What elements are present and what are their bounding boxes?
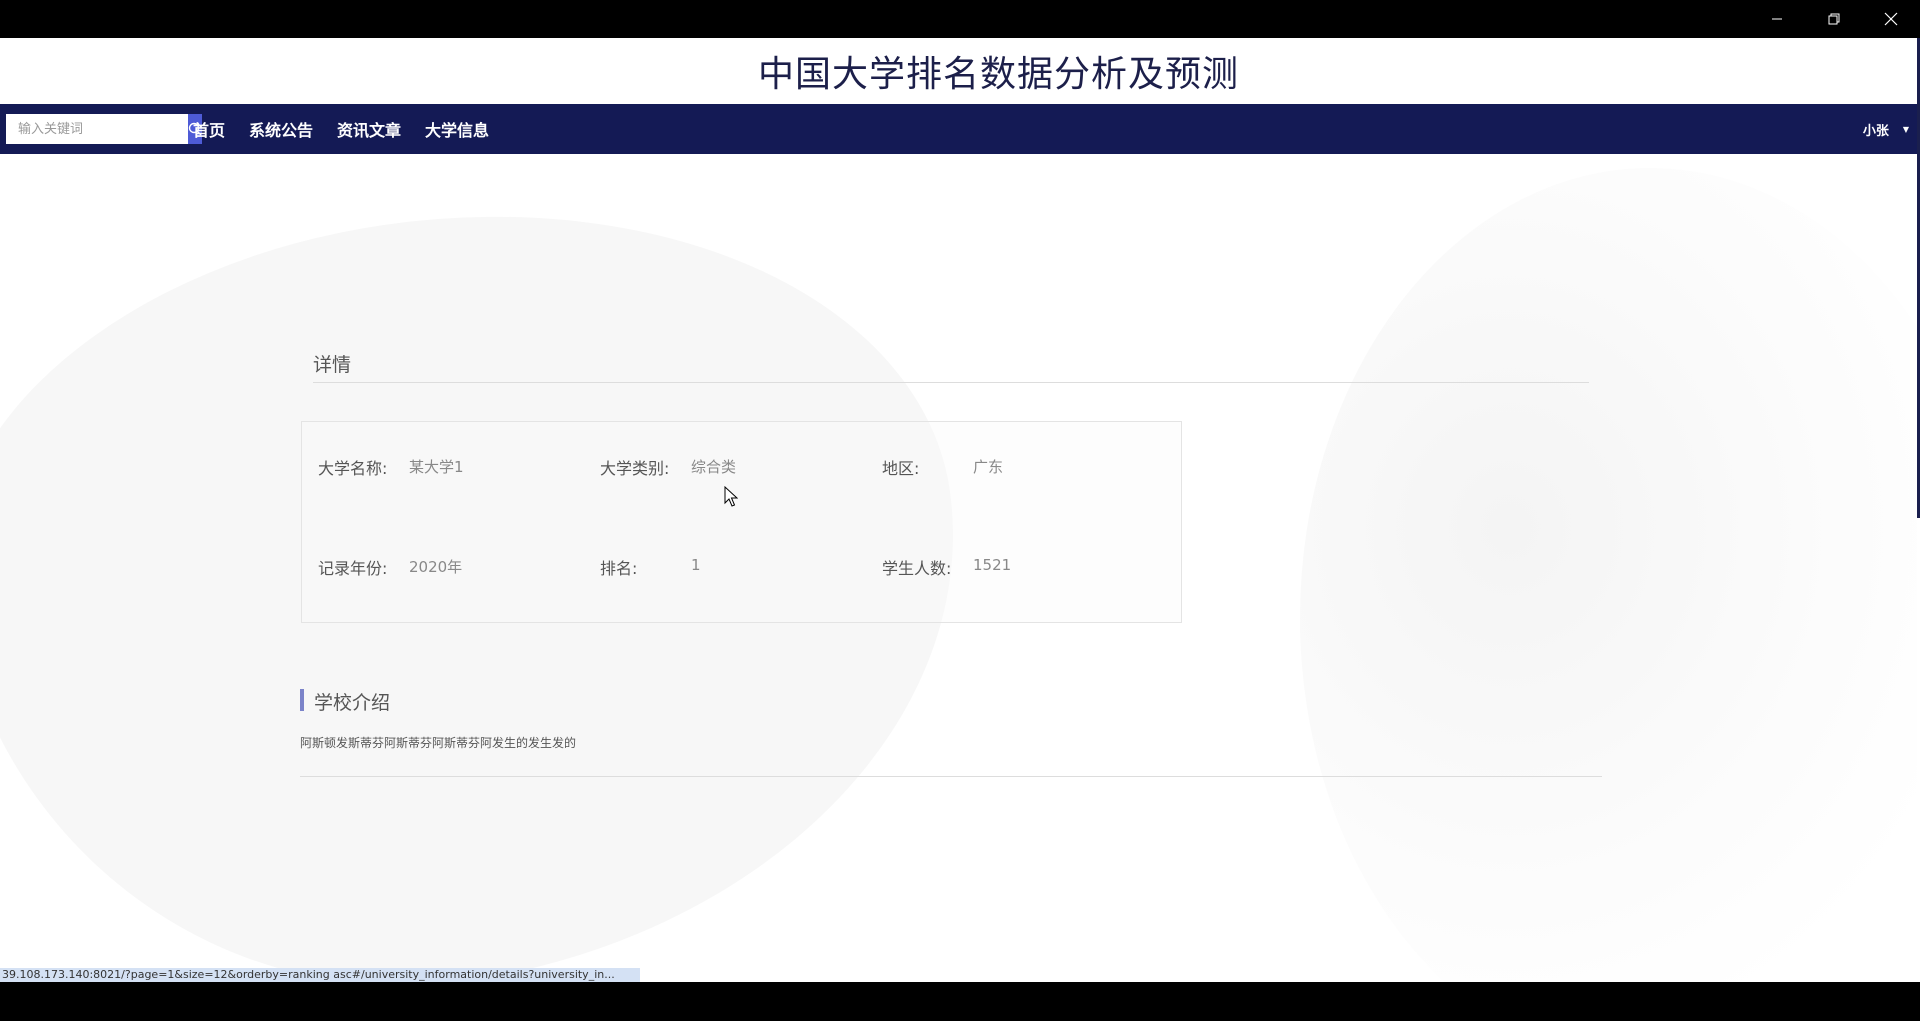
minimize-icon [1771,18,1782,20]
field-label-category: 大学类别: [600,459,670,478]
nav-item-articles[interactable]: 资讯文章 [337,117,401,141]
field-label-students: 学生人数: [882,559,952,578]
site-header: 中国大学排名数据分析及预测 [0,38,1917,104]
mouse-cursor-icon [724,486,738,507]
restore-button[interactable] [1805,0,1862,38]
close-button[interactable] [1862,0,1919,38]
field-value-ranking: 1 [691,556,701,574]
field-label-region: 地区: [882,459,920,478]
bottom-bar [0,982,1920,1021]
intro-text: 阿斯顿发斯蒂芬阿斯蒂芬阿斯蒂芬阿发生的发生发的 [300,736,577,750]
nav-item-announcements[interactable]: 系统公告 [249,117,313,141]
field-value-year: 2020年 [409,558,463,576]
field-label-ranking: 排名: [600,559,638,578]
background-shape [1300,168,1920,982]
field-label-name: 大学名称: [318,459,388,478]
user-name: 小张 [1862,123,1889,139]
site-title: 中国大学排名数据分析及预测 [757,54,1239,95]
navbar: 首页 系统公告 资讯文章 大学信息 小张 ▼ [0,104,1917,154]
minimize-button[interactable] [1748,0,1805,38]
search-input[interactable] [6,114,188,144]
nav-item-home[interactable]: 首页 [193,117,225,141]
window-titlebar [0,0,1920,38]
field-value-category: 综合类 [691,458,737,476]
divider [313,382,1589,383]
divider [300,776,1602,777]
field-value-name: 某大学1 [409,458,464,476]
detail-heading: 详情 [313,354,352,376]
caret-down-icon: ▼ [1902,124,1909,134]
section-accent-bar [300,689,304,711]
intro-title: 学校介绍 [314,692,391,714]
nav-item-university-info[interactable]: 大学信息 [425,117,489,141]
field-value-region: 广东 [973,458,1004,476]
university-info-card: 大学名称: 某大学1 大学类别: 综合类 地区: 广东 记录年份: 2020年 … [301,421,1182,623]
restore-icon [1828,13,1839,25]
status-bar-url: 39.108.173.140:8021/?page=1&size=12&orde… [0,968,640,982]
close-icon [1884,12,1897,26]
user-menu[interactable]: 小张 ▼ [1863,104,1909,154]
field-label-year: 记录年份: [318,559,388,578]
nav-menu: 首页 系统公告 资讯文章 大学信息 [193,117,513,141]
search-box [6,114,202,144]
page-viewport: 中国大学排名数据分析及预测 首页 系统公告 资讯文章 大学信息 小张 ▼ 详情 … [0,38,1920,982]
field-value-students: 1521 [973,556,1012,574]
